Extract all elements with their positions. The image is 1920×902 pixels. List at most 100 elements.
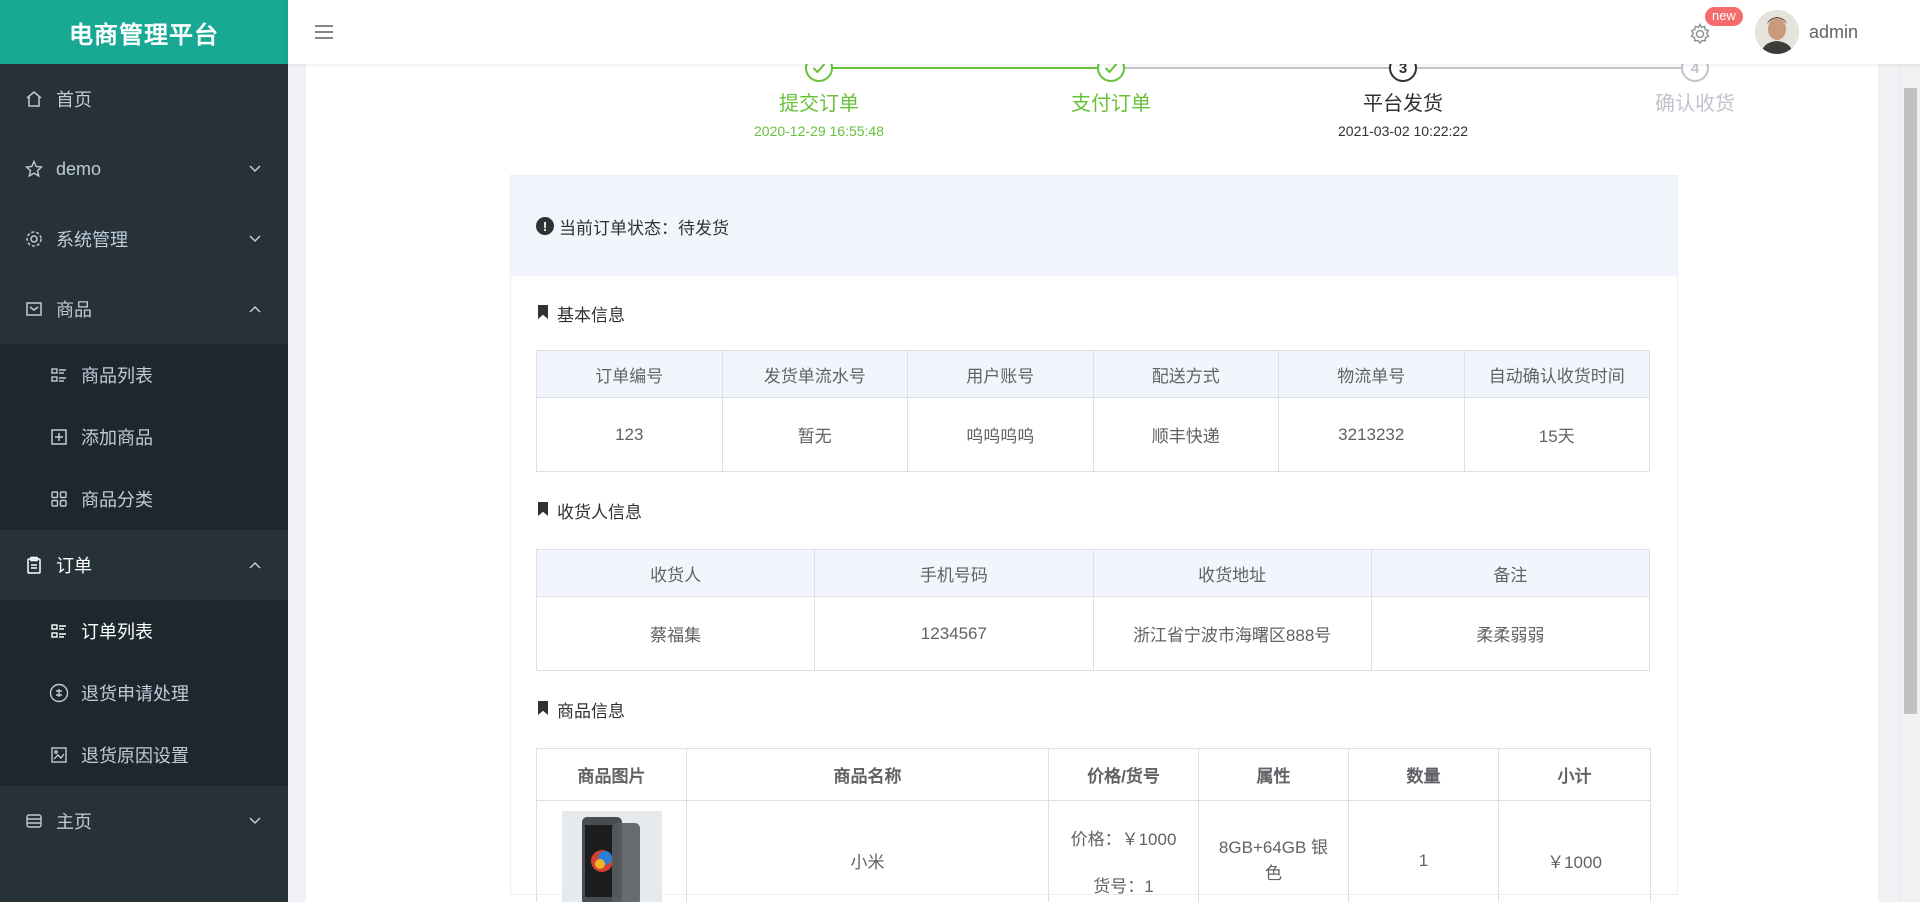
- grid-icon: [49, 489, 69, 509]
- table-header: 手机号码: [814, 549, 1094, 597]
- step-title: 确认收货: [1655, 93, 1735, 115]
- step-desc: 2020-12-29 16:55:48: [754, 123, 884, 139]
- sidebar-item-goods[interactable]: 商品: [0, 274, 288, 344]
- bookmark-icon: [538, 305, 548, 319]
- step-submit: 提交订单 2020-12-29 16:55:48: [673, 64, 965, 139]
- sidebar-item-return-apply[interactable]: 退货申请处理: [0, 662, 288, 724]
- clipboard-icon: [24, 555, 44, 575]
- section-goods: 商品信息: [511, 697, 1677, 722]
- avatar[interactable]: [1754, 10, 1799, 54]
- table-cell: 3213232: [1278, 397, 1465, 472]
- table-cell: 暂无: [721, 397, 908, 472]
- chevron-up-icon: [248, 558, 262, 572]
- header-right: new admin: [1689, 0, 1858, 64]
- chevron-down-icon: [248, 814, 262, 828]
- new-badge: new: [1704, 7, 1743, 26]
- sidebar-item-demo[interactable]: demo: [0, 134, 288, 204]
- sidebar-item-add-goods[interactable]: 添加商品: [0, 406, 288, 468]
- sidebar-item-goods-list[interactable]: 商品列表: [0, 344, 288, 406]
- table-header: 备注: [1370, 549, 1651, 597]
- product-qty: 1: [1348, 800, 1499, 902]
- product-price: 价格：￥1000: [1070, 829, 1177, 849]
- settings-button[interactable]: new: [1689, 7, 1743, 49]
- return-circle-icon: [49, 683, 69, 703]
- table-cell: 呜呜呜呜: [907, 397, 1094, 472]
- order-detail: ! 当前订单状态：待发货 基本信息 订单编号 发货单流水号 用户账号 配送方式 …: [510, 175, 1678, 902]
- app-title: 电商管理平台: [0, 0, 288, 64]
- table-header: 收货人: [535, 549, 816, 597]
- sidebar-item-label: 退货申请处理: [81, 684, 189, 704]
- table-header: 商品名称: [686, 748, 1049, 801]
- sidebar-item-home[interactable]: 首页: [0, 64, 288, 134]
- table-header: 数量: [1348, 748, 1499, 801]
- product-image: [561, 810, 662, 902]
- bookmark-icon: [538, 701, 548, 715]
- goods-table: 商品图片 商品名称 价格/货号 属性 数量 小计 小米 价格：￥1000 货号：…: [536, 748, 1651, 902]
- sidebar-item-order[interactable]: 订单: [0, 530, 288, 600]
- sidebar-item-label: 添加商品: [81, 428, 153, 448]
- status-text: 当前订单状态：待发货: [559, 218, 729, 238]
- gear-icon: [1689, 22, 1711, 49]
- sidebar-item-order-list[interactable]: 订单列表: [0, 600, 288, 662]
- home-icon: [24, 89, 44, 109]
- table-row: 123 暂无 呜呜呜呜 顺丰快递 3213232 15天: [536, 397, 1650, 472]
- sidebar-item-label: 订单列表: [81, 622, 153, 642]
- basic-info-table: 订单编号 发货单流水号 用户账号 配送方式 物流单号 自动确认收货时间 123 …: [536, 350, 1650, 472]
- order-steps: 提交订单 2020-12-29 16:55:48 支付订单 3 平台发货 202…: [673, 64, 1839, 154]
- check-icon: [1097, 64, 1125, 82]
- goods-submenu: 商品列表 添加商品 商品分类: [0, 344, 288, 530]
- table-cell: 价格：￥1000 货号：1: [1048, 800, 1199, 902]
- section-basic: 基本信息: [511, 301, 1677, 326]
- gear-icon: [24, 229, 44, 249]
- star-icon: [24, 159, 44, 179]
- username[interactable]: admin: [1809, 22, 1858, 43]
- list-icon: [49, 365, 69, 385]
- section-title: 基本信息: [557, 306, 625, 325]
- database-icon: [24, 811, 44, 831]
- sidebar-item-label: 主页: [56, 812, 92, 832]
- chevron-down-icon: [248, 232, 262, 246]
- step-number: 3: [1389, 64, 1417, 82]
- sidebar-item-label: 商品列表: [81, 366, 153, 386]
- table-cell: 1234567: [814, 596, 1094, 671]
- image-icon: [49, 745, 69, 765]
- sidebar-item-return-reason[interactable]: 退货原因设置: [0, 724, 288, 786]
- sidebar-item-label: 商品分类: [81, 490, 153, 510]
- sidebar-item-homepage[interactable]: 主页: [0, 786, 288, 856]
- table-header: 属性: [1198, 748, 1349, 801]
- inbox-icon: [24, 299, 44, 319]
- step-title: 平台发货: [1363, 93, 1443, 115]
- table-header: 发货单流水号: [721, 350, 908, 398]
- order-submenu: 订单列表 退货申请处理 退货原因设置: [0, 600, 288, 786]
- page-scrollbar[interactable]: [1899, 64, 1920, 902]
- table-cell: 蔡福集: [535, 596, 816, 671]
- sidebar-item-label: 订单: [56, 556, 92, 576]
- step-pay: 支付订单: [965, 64, 1257, 123]
- section-receiver: 收货人信息: [511, 498, 1677, 523]
- order-status: ! 当前订单状态：待发货: [511, 176, 1677, 276]
- step-title: 支付订单: [1071, 93, 1151, 115]
- check-icon: [805, 64, 833, 82]
- step-confirm: 4 确认收货: [1549, 64, 1841, 123]
- section-title: 收货人信息: [557, 503, 642, 522]
- table-header: 自动确认收货时间: [1463, 350, 1650, 398]
- hamburger-icon[interactable]: [313, 21, 335, 43]
- receiver-table: 收货人 手机号码 收货地址 备注 蔡福集 1234567 浙江省宁波市海曙区88…: [535, 549, 1651, 671]
- table-cell: 15天: [1463, 397, 1650, 472]
- sidebar-item-label: 系统管理: [56, 230, 128, 250]
- sidebar-item-system[interactable]: 系统管理: [0, 204, 288, 274]
- product-sku: 货号：1: [1093, 876, 1154, 896]
- product-name: 小米: [686, 800, 1049, 902]
- table-cell: 浙江省宁波市海曙区888号: [1092, 596, 1372, 671]
- sidebar-item-label: 首页: [56, 90, 92, 110]
- chevron-down-icon: [248, 162, 262, 176]
- warning-icon: !: [536, 217, 554, 235]
- bookmark-icon: [538, 502, 548, 516]
- table-cell: 顺丰快递: [1092, 397, 1279, 472]
- chevron-up-icon: [248, 302, 262, 316]
- sidebar-item-goods-category[interactable]: 商品分类: [0, 468, 288, 530]
- table-header: 收货地址: [1092, 549, 1372, 597]
- scrollbar-thumb[interactable]: [1904, 88, 1917, 714]
- table-cell: 柔柔弱弱: [1370, 596, 1651, 671]
- product-attr-text: 8GB+64GB 银色: [1218, 837, 1329, 883]
